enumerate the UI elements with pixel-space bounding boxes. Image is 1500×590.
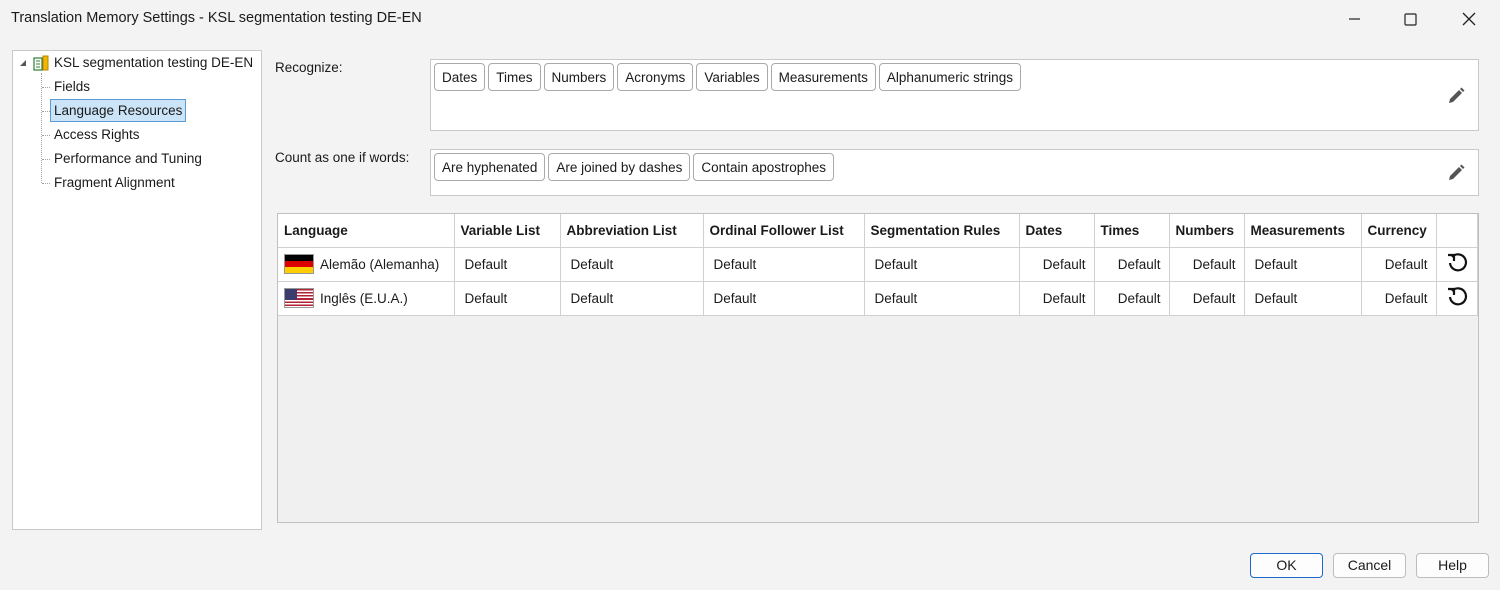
cell-dates[interactable]: Default [1019, 281, 1095, 316]
maximize-icon [1403, 12, 1417, 26]
minimize-button[interactable] [1326, 0, 1384, 38]
edit-pencil-icon[interactable] [1446, 163, 1466, 183]
translation-memory-icon [33, 55, 49, 71]
recognize-label: Recognize: [275, 60, 343, 75]
tag-numbers[interactable]: Numbers [543, 63, 615, 91]
col-language[interactable]: Language [278, 214, 455, 248]
close-button[interactable] [1440, 0, 1498, 38]
col-variable-list[interactable]: Variable List [454, 214, 561, 248]
language-name: Inglês (E.U.A.) [320, 290, 408, 306]
cell-times[interactable]: Default [1094, 281, 1170, 316]
tree-item-fragment-alignment[interactable]: Fragment Alignment [54, 175, 175, 190]
cell-abbreviation-list[interactable]: Default [560, 281, 704, 316]
tag-hyphenated[interactable]: Are hyphenated [434, 153, 546, 181]
help-button[interactable]: Help [1416, 553, 1489, 578]
edit-pencil-icon[interactable] [1446, 86, 1466, 106]
col-times[interactable]: Times [1094, 214, 1170, 248]
cell-abbreviation-list[interactable]: Default [560, 247, 704, 282]
tag-measurements[interactable]: Measurements [770, 63, 876, 91]
reset-button[interactable] [1436, 247, 1478, 282]
tag-variables[interactable]: Variables [696, 63, 768, 91]
language-name: Alemão (Alemanha) [320, 256, 440, 272]
flag-usa-icon [284, 288, 314, 308]
expand-arrow-icon[interactable] [19, 59, 27, 67]
ok-button[interactable]: OK [1250, 553, 1323, 578]
reset-icon [1447, 286, 1467, 305]
col-numbers[interactable]: Numbers [1169, 214, 1245, 248]
window-title: Translation Memory Settings - KSL segmen… [11, 10, 422, 26]
cell-times[interactable]: Default [1094, 247, 1170, 282]
cell-ordinal-follower-list[interactable]: Default [703, 281, 865, 316]
reset-button[interactable] [1436, 281, 1478, 316]
tag-dates[interactable]: Dates [434, 63, 486, 91]
flag-germany-icon [284, 254, 314, 274]
close-icon [1462, 12, 1476, 26]
cell-segmentation-rules[interactable]: Default [864, 281, 1020, 316]
cell-currency[interactable]: Default [1361, 247, 1437, 282]
tag-times[interactable]: Times [488, 63, 541, 91]
count-as-one-label: Count as one if words: [275, 150, 410, 165]
cell-variable-list[interactable]: Default [454, 281, 561, 316]
cell-numbers[interactable]: Default [1169, 247, 1245, 282]
cell-dates[interactable]: Default [1019, 247, 1095, 282]
cell-numbers[interactable]: Default [1169, 281, 1245, 316]
tag-joined-by-dashes[interactable]: Are joined by dashes [548, 153, 691, 181]
col-abbreviation-list[interactable]: Abbreviation List [560, 214, 704, 248]
col-segmentation-rules[interactable]: Segmentation Rules [864, 214, 1020, 248]
col-currency[interactable]: Currency [1361, 214, 1437, 248]
col-measurements[interactable]: Measurements [1244, 214, 1362, 248]
settings-tree: KSL segmentation testing DE-EN Fields La… [12, 50, 262, 530]
tag-acronyms[interactable]: Acronyms [617, 63, 694, 91]
cell-segmentation-rules[interactable]: Default [864, 247, 1020, 282]
tree-item-fields[interactable]: Fields [54, 79, 90, 94]
language-resources-table: Language Variable List Abbreviation List… [278, 214, 1478, 316]
tree-item-performance-tuning[interactable]: Performance and Tuning [54, 151, 202, 166]
col-reset [1436, 214, 1478, 248]
reset-icon [1447, 252, 1467, 271]
table-row[interactable]: Alemão (Alemanha) Default Default Defaul… [278, 247, 1478, 282]
col-dates[interactable]: Dates [1019, 214, 1095, 248]
cell-ordinal-follower-list[interactable]: Default [703, 247, 865, 282]
minimize-icon [1349, 18, 1360, 20]
tag-contain-apostrophes[interactable]: Contain apostrophes [693, 153, 835, 181]
cell-variable-list[interactable]: Default [454, 247, 561, 282]
tag-alphanumeric-strings[interactable]: Alphanumeric strings [878, 63, 1021, 91]
table-row[interactable]: Inglês (E.U.A.) Default Default Default … [278, 281, 1478, 316]
language-resources-grid: Language Variable List Abbreviation List… [277, 213, 1479, 523]
tree-item-access-rights[interactable]: Access Rights [54, 127, 140, 142]
cell-measurements[interactable]: Default [1244, 247, 1362, 282]
cancel-button[interactable]: Cancel [1333, 553, 1406, 578]
maximize-button[interactable] [1381, 0, 1439, 38]
cell-measurements[interactable]: Default [1244, 281, 1362, 316]
tree-item-language-resources[interactable]: Language Resources [50, 99, 187, 122]
tree-root-item[interactable]: KSL segmentation testing DE-EN [54, 55, 253, 70]
cell-currency[interactable]: Default [1361, 281, 1437, 316]
table-header-row: Language Variable List Abbreviation List… [278, 214, 1478, 248]
col-ordinal-follower-list[interactable]: Ordinal Follower List [703, 214, 865, 248]
recognize-tag-box[interactable]: Dates Times Numbers Acronyms Variables M… [430, 59, 1479, 131]
count-as-one-tag-box[interactable]: Are hyphenated Are joined by dashes Cont… [430, 149, 1479, 196]
title-bar: Translation Memory Settings - KSL segmen… [0, 0, 1500, 38]
